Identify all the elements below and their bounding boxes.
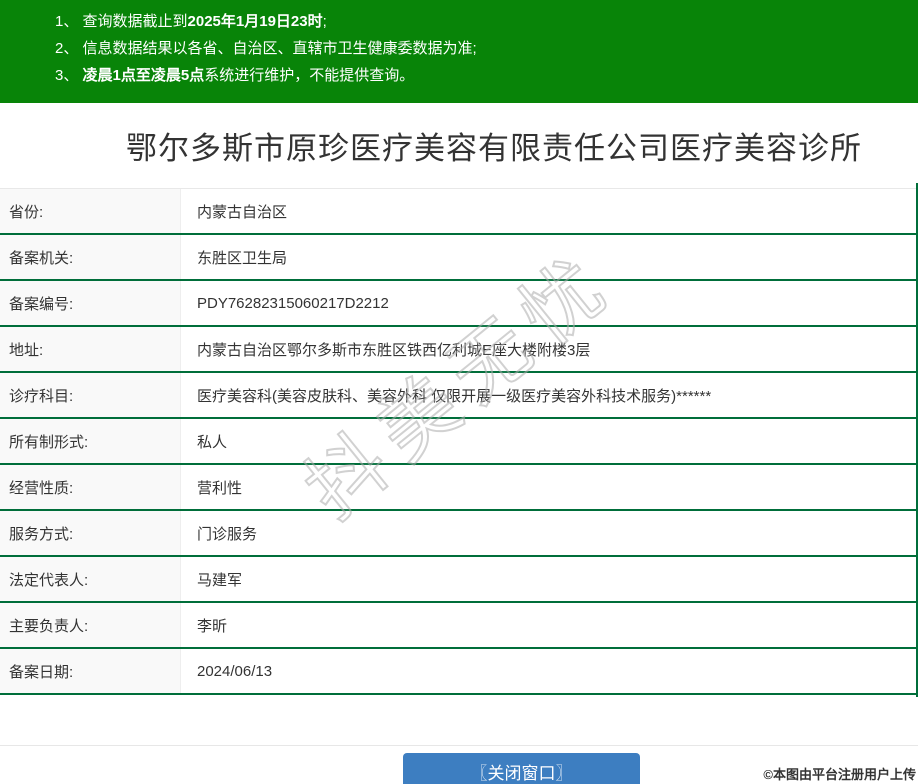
query-result-page: 1、 查询数据截止到2025年1月19日23时; 2、 信息数据结果以各省、自治… xyxy=(0,0,918,784)
notice-line-3: 3、 凌晨1点至凌晨5点系统进行维护，不能提供查询。 xyxy=(55,62,908,89)
row-label: 经营性质: xyxy=(0,465,181,509)
row-label: 备案编号: xyxy=(0,281,181,325)
notice-line-2: 2、 信息数据结果以各省、自治区、直辖市卫生健康委数据为准; xyxy=(55,35,908,62)
notice-1-bold: 2025年1月19日23时 xyxy=(188,13,323,30)
table-row: 经营性质: 营利性 xyxy=(0,465,918,511)
row-value: 马建军 xyxy=(181,557,918,601)
notice-1-number: 1、 xyxy=(55,13,83,30)
table-row: 地址: 内蒙古自治区鄂尔多斯市东胜区铁西亿利城E座大楼附楼3层 xyxy=(0,327,918,373)
table-row: 省份: 内蒙古自治区 xyxy=(0,189,918,235)
institution-info-table: 省份: 内蒙古自治区 备案机关: 东胜区卫生局 备案编号: PDY7628231… xyxy=(0,188,918,695)
table-row: 备案编号: PDY76282315060217D2212 xyxy=(0,281,918,327)
notice-3-suffix: 系统进行维护，不能提供查询。 xyxy=(204,67,414,84)
copyright-badge: ©本图由平台注册用户上传 xyxy=(763,764,916,783)
row-label: 备案日期: xyxy=(0,649,181,693)
notice-2-number: 2、 xyxy=(55,40,83,57)
notice-1-text: 查询数据截止到 xyxy=(83,13,188,30)
row-label: 服务方式: xyxy=(0,511,181,555)
row-label: 所有制形式: xyxy=(0,419,181,463)
table-row: 法定代表人: 马建军 xyxy=(0,557,918,603)
row-value: 营利性 xyxy=(181,465,918,509)
row-label: 备案机关: xyxy=(0,235,181,279)
row-value: 李昕 xyxy=(181,603,918,647)
row-label: 省份: xyxy=(0,189,181,233)
row-label: 法定代表人: xyxy=(0,557,181,601)
notice-bar: 1、 查询数据截止到2025年1月19日23时; 2、 信息数据结果以各省、自治… xyxy=(0,0,918,103)
row-label: 主要负责人: xyxy=(0,603,181,647)
notice-line-1: 1、 查询数据截止到2025年1月19日23时; xyxy=(55,8,908,35)
notice-3-number: 3、 xyxy=(55,67,83,84)
table-row: 主要负责人: 李昕 xyxy=(0,603,918,649)
page-title: 鄂尔多斯市原珍医疗美容有限责任公司医疗美容诊所 xyxy=(126,123,862,168)
title-area: 鄂尔多斯市原珍医疗美容有限责任公司医疗美容诊所 xyxy=(0,103,918,188)
row-value: PDY76282315060217D2212 xyxy=(181,281,918,325)
row-value: 内蒙古自治区 xyxy=(181,189,918,233)
table-row: 服务方式: 门诊服务 xyxy=(0,511,918,557)
row-value: 东胜区卫生局 xyxy=(181,235,918,279)
row-value: 门诊服务 xyxy=(181,511,918,555)
table-row: 诊疗科目: 医疗美容科(美容皮肤科、美容外科 仅限开展一级医疗美容外科技术服务)… xyxy=(0,373,918,419)
table-row: 备案机关: 东胜区卫生局 xyxy=(0,235,918,281)
notice-2-text: 信息数据结果以各省、自治区、直辖市卫生健康委数据为准; xyxy=(83,40,477,57)
row-value: 私人 xyxy=(181,419,918,463)
notice-3-bold: 凌晨1点至凌晨5点 xyxy=(83,67,205,84)
table-row: 所有制形式: 私人 xyxy=(0,419,918,465)
row-value: 医疗美容科(美容皮肤科、美容外科 仅限开展一级医疗美容外科技术服务)****** xyxy=(181,373,918,417)
row-label: 地址: xyxy=(0,327,181,371)
row-label: 诊疗科目: xyxy=(0,373,181,417)
table-row: 备案日期: 2024/06/13 xyxy=(0,649,918,695)
footer-divider xyxy=(0,745,918,746)
row-value: 内蒙古自治区鄂尔多斯市东胜区铁西亿利城E座大楼附楼3层 xyxy=(181,327,918,371)
close-window-button[interactable]: 〖关闭窗口〗 xyxy=(403,753,640,784)
row-value: 2024/06/13 xyxy=(181,649,918,693)
notice-1-suffix: ; xyxy=(323,13,327,30)
